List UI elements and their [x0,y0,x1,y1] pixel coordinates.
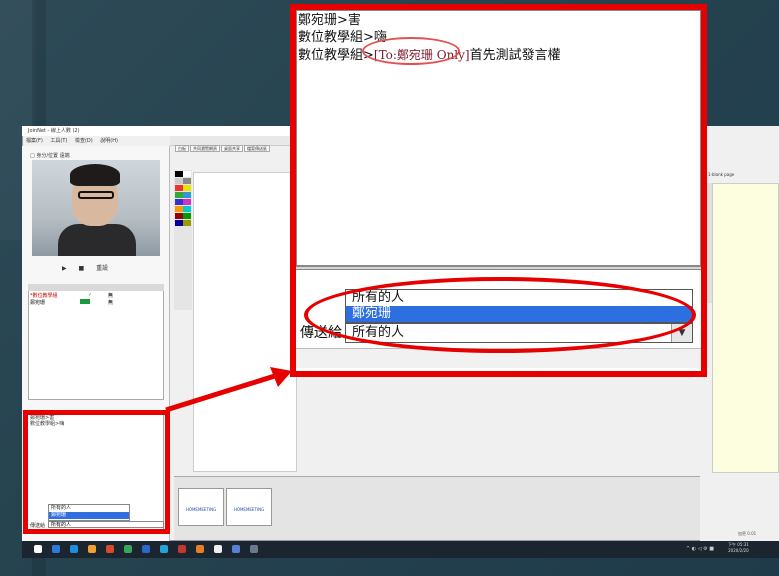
taskbar-app-icon[interactable] [250,545,258,553]
camera-person-body [58,224,136,256]
user-speaking-indicator [80,299,90,304]
chat-message: 鄭宛珊>害 [298,13,361,28]
start-icon[interactable] [34,545,42,553]
taskbar-app-icon[interactable] [160,545,168,553]
taskbar [22,541,779,558]
tab-file-transfer[interactable]: 檔案傳送區 [244,145,270,152]
callout-arrow-line [165,372,279,413]
user-list [28,284,164,400]
menu-tools[interactable]: 工具(T) [50,138,67,144]
taskbar-app-icon[interactable] [232,545,240,553]
page-thumbnail[interactable]: HOMEMEETING [178,488,224,526]
camera-controls: ▶ ■ 重設 [62,263,142,275]
taskbar-app-icon[interactable] [70,545,78,553]
camera-person-glasses [78,191,114,199]
stop-button[interactable]: ■ [79,265,85,272]
whiteboard-tabs: 白板 共同瀏覽網頁 桌面共享 檔案傳送區 [175,145,300,154]
version-label: 加密 0.01 [738,531,757,536]
color-palette[interactable] [174,170,192,310]
taskbar-app-icon[interactable] [52,545,60,553]
system-tray[interactable]: ^ ◐ ◁ ⚙ ■ [686,546,714,552]
taskbar-app-icon[interactable] [124,545,132,553]
menu-file[interactable]: 檔案(F) [26,138,43,144]
user-status: ✓ [88,292,93,298]
taskbar-app-icon[interactable] [196,545,204,553]
page-label: 1-blank page [708,172,735,177]
taskbar-clock[interactable]: 下午 05:31 2020/2/20 [728,542,749,554]
right-whiteboard-canvas[interactable] [712,183,779,473]
callout-arrow [165,367,292,413]
taskbar-app-icon[interactable] [106,545,114,553]
user-name[interactable]: 鄭宛珊 [30,299,45,306]
tab-cobrowse[interactable]: 共同瀏覽網頁 [190,145,220,152]
taskbar-app-icon[interactable] [142,545,150,553]
clock-date: 2020/2/20 [728,548,749,553]
tab-whiteboard[interactable]: 白板 [175,145,189,152]
small-chat-highlight-box [23,410,170,534]
page-thumbnail[interactable]: HOMEMEETING [226,488,272,526]
user-list-header [28,284,164,291]
private-tag-highlight-ring [362,37,460,65]
chat-divider[interactable] [296,266,701,270]
dropdown-highlight-ring [304,277,696,353]
whiteboard-canvas[interactable] [193,172,297,472]
user-value: 無 [108,293,114,299]
user-name[interactable]: *數位教學組 [30,292,58,299]
menu-bar: 檔案(F) 工具(T) 檢查(D) 說明(H) [22,136,170,146]
play-button[interactable]: ▶ [62,265,67,272]
chat-text: 首先測試發言權 [469,48,561,63]
camera-label: □ 身分/位置 遠端 [30,153,70,159]
taskbar-app-icon[interactable] [88,545,96,553]
camera-person-hair [70,164,120,186]
tab-desktop-share[interactable]: 桌面共享 [221,145,243,152]
user-value: 無 [108,300,114,306]
menu-help[interactable]: 說明(H) [100,138,118,144]
taskbar-app-icon[interactable] [178,545,186,553]
reset-button[interactable]: 重設 [96,263,108,272]
taskbar-app-icon[interactable] [214,545,222,553]
menu-check[interactable]: 檢查(D) [75,138,93,144]
